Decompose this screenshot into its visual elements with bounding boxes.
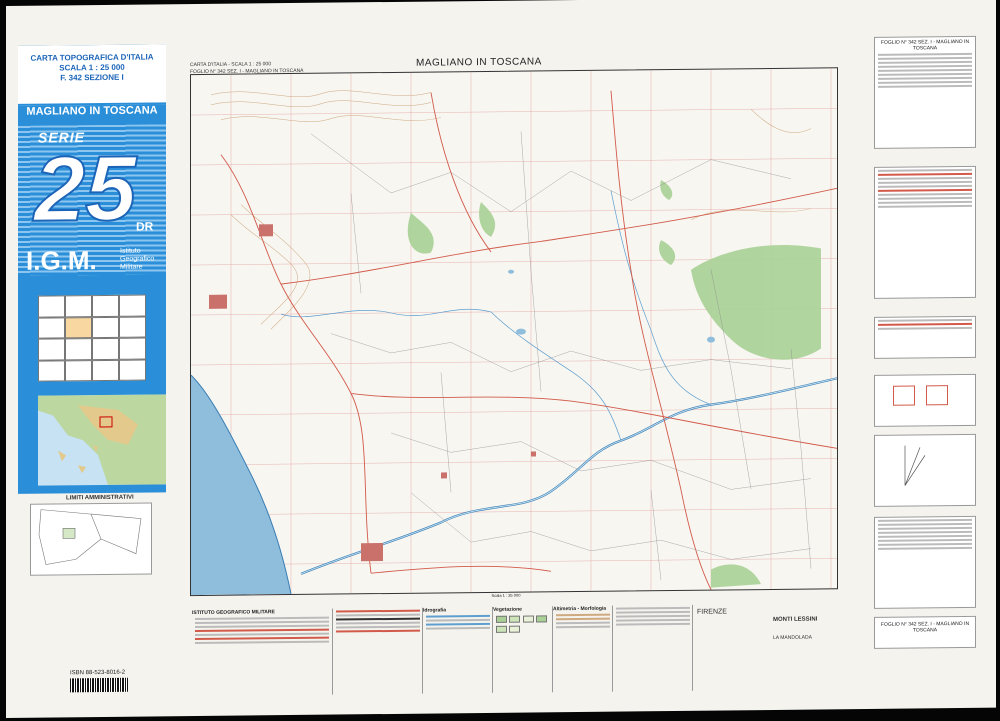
cover-heading-3: F. 342 SEZIONE I [60,72,124,83]
map-scale-note: Scala 1 : 25 000 [491,592,521,598]
streams [280,190,712,441]
town-talamone [209,294,227,309]
igm-sub-2: Geografico [120,255,155,263]
info-box-6 [874,515,976,609]
cover-panel: CARTA TOPOGRAFICA D'ITALIA SCALA 1 : 25 … [18,44,166,494]
igm-subtitle: Istituto Geografico Militare [120,247,154,271]
town-fonteblanda [259,224,273,237]
minor-roads [310,131,812,581]
map-drawing [191,68,837,596]
igm-logo: I.G.M. [26,245,97,276]
info-box-7: FOGLIO N° 342 SEZ. I - MAGLIANO IN TOSCA… [874,615,976,649]
igm-sub-3: Militare [120,263,143,271]
map-sheet: CARTA TOPOGRAFICA D'ITALIA SCALA 1 : 25 … [6,0,996,718]
legend-vegetation-title: Vegetazione [493,606,522,613]
legend-publisher: ISTITUTO GEOGRAFICO MILITARE [192,609,275,617]
main-map-area: CARTA D'ITALIA - SCALA 1 : 25 000 FOGLIO… [176,37,856,604]
info-box-5 [874,433,976,507]
legend-morphology-title: Altimetria - Morfologia [553,605,607,613]
forest-areas [407,180,821,588]
isbn-text: ISBN 88-523-8016-2 [70,669,126,677]
series-number: 25 [33,137,137,242]
legend-hydrography-column: Idrografia [422,606,493,694]
map-title: MAGLIANO IN TOSCANA [416,56,542,69]
topographic-map[interactable] [190,67,838,597]
info-box-2 [874,165,976,299]
cover-header: CARTA TOPOGRAFICA D'ITALIA SCALA 1 : 25 … [18,44,166,106]
legend-morphology-column: Altimetria - Morfologia [552,605,613,693]
right-panel-bottom-title: FOGLIO N° 342 SEZ. I - MAGLIANO IN TOSCA… [880,620,970,634]
legend-place-3: LA MANDOLADA [773,634,812,641]
legend-publisher-column: ISTITUTO GEOGRAFICO MILITARE [192,609,332,696]
right-info-panel: FOGLIO N° 342 SEZ. I - MAGLIANO IN TOSCA… [874,35,978,677]
admin-limits-map [30,502,152,576]
declination-diagram [904,445,926,486]
admin-limits-title: LIMITI AMMINISTRATIVI [66,494,134,502]
legend-hydrography-title: Idrografia [423,607,447,614]
legend-place-2: MONTI LESSINI [773,616,818,623]
right-panel-top-title: FOGLIO N° 342 SEZ. I - MAGLIANO IN TOSCA… [880,38,970,52]
location-map [38,394,166,486]
legend-toponymy-column [612,604,693,692]
legend-place-1: FIRENZE [697,608,727,616]
series-unit: DR [136,219,154,234]
info-box-4 [874,373,976,427]
ponds [508,269,715,343]
cover-title: MAGLIANO IN TOSCANA [26,104,158,118]
sea-area [191,375,291,596]
town-albinia [361,543,383,562]
map-legend: ISTITUTO GEOGRAFICO MILITARE Idrografia … [192,603,857,702]
legend-vegetation-column: Vegetazione [492,606,553,693]
admin-limits-panel: LIMITI AMMINISTRATIVI ISBN 88-523-8016-2 [20,494,166,696]
legend-roads-column [332,607,423,695]
info-box-3 [874,315,976,359]
legend-place-names-column: FIRENZE MONTI LESSINI LA MANDOLADA [692,603,857,691]
info-box-1: FOGLIO N° 342 SEZ. I - MAGLIANO IN TOSCA… [874,35,976,149]
map-header-scale: CARTA D'ITALIA - SCALA 1 : 25 000 [190,61,271,69]
barcode [70,677,128,693]
sheet-index-grid [38,294,146,382]
